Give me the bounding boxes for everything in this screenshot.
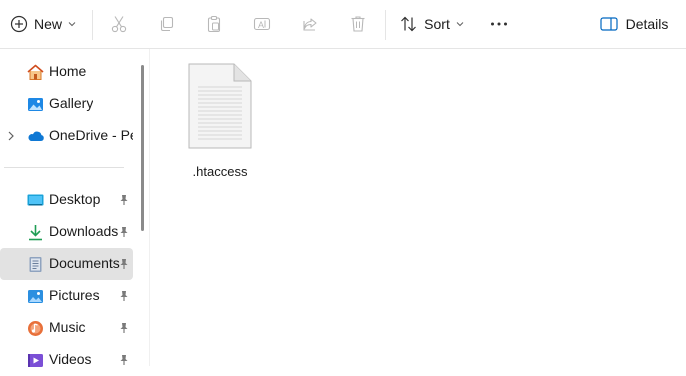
sidebar-divider (4, 167, 124, 168)
new-button[interactable]: New (6, 8, 80, 40)
new-button-label: New (33, 16, 62, 32)
chevron-down-icon (68, 22, 76, 27)
sidebar-item-home[interactable]: Home (0, 56, 133, 88)
sidebar-item-label: Pictures (49, 287, 100, 303)
gallery-icon (28, 98, 43, 111)
pin-icon (120, 227, 128, 237)
sidebar-item-downloads[interactable]: Downloads (0, 216, 133, 248)
pin-icon (120, 291, 128, 301)
details-pane-icon (599, 17, 618, 31)
pin-icon (120, 355, 128, 365)
svg-text:A: A (258, 20, 264, 30)
sidebar-item-label: OneDrive - Per (49, 127, 133, 143)
sidebar-item-gallery[interactable]: Gallery (0, 88, 133, 120)
sidebar-item-documents[interactable]: Documents (0, 248, 133, 280)
sort-button-label: Sort (424, 16, 450, 32)
sidebar-item-videos[interactable]: Videos (0, 344, 133, 376)
more-icon (491, 22, 507, 26)
sidebar-item-onedrive[interactable]: OneDrive - Per (0, 120, 133, 152)
rename-icon: A (253, 17, 271, 31)
pin-icon (120, 259, 128, 269)
desktop-icon (27, 194, 44, 206)
sidebar-item-label: Documents (49, 255, 120, 271)
file-item[interactable]: .htaccess (184, 59, 256, 179)
sidebar-item-label: Gallery (49, 95, 94, 111)
videos-icon (28, 354, 43, 367)
documents-icon (29, 257, 42, 272)
cut-icon (111, 16, 127, 33)
paste-button[interactable] (199, 8, 229, 40)
details-button-label: Details (625, 16, 669, 32)
pin-icon (120, 195, 128, 205)
delete-button[interactable] (343, 8, 373, 40)
cut-button[interactable] (104, 8, 134, 40)
sidebar-item-label: Home (49, 63, 87, 79)
share-button[interactable] (295, 8, 325, 40)
music-icon (28, 321, 43, 336)
file-list-view[interactable]: .htaccess (150, 49, 686, 366)
home-icon (27, 64, 44, 80)
pictures-icon (28, 290, 43, 303)
sidebar-item-label: Downloads (49, 223, 119, 239)
navigation-pane: Home Gallery OneDrive - Per Desktop (0, 49, 150, 367)
share-icon (303, 18, 317, 31)
paste-icon (207, 15, 221, 33)
chevron-down-icon (456, 22, 464, 27)
copy-icon (160, 16, 174, 32)
sidebar-scrollbar[interactable] (141, 65, 144, 231)
toolbar-separator (92, 10, 93, 40)
command-bar: New A Sort Details (0, 0, 686, 49)
sidebar-item-label: Desktop (49, 191, 101, 207)
file-name: .htaccess (192, 164, 248, 179)
sidebar-item-pictures[interactable]: Pictures (0, 280, 133, 312)
delete-icon (351, 16, 365, 32)
downloads-icon (29, 225, 42, 241)
sidebar-item-label: Videos (49, 351, 92, 367)
pin-icon (120, 323, 128, 333)
sidebar-item-desktop[interactable]: Desktop (0, 184, 133, 216)
sidebar-item-music[interactable]: Music (0, 312, 133, 344)
chevron-right-icon[interactable] (6, 130, 16, 142)
details-button[interactable]: Details (596, 8, 672, 40)
toolbar-separator (385, 10, 386, 40)
more-options-button[interactable] (484, 8, 514, 40)
sidebar-item-label: Music (49, 319, 86, 335)
sort-icon (401, 16, 417, 32)
generic-file-icon (188, 63, 252, 149)
rename-button[interactable]: A (247, 8, 277, 40)
plus-circle-icon (10, 15, 28, 33)
sort-button[interactable]: Sort (396, 8, 468, 40)
copy-button[interactable] (152, 8, 182, 40)
onedrive-icon (28, 131, 44, 141)
